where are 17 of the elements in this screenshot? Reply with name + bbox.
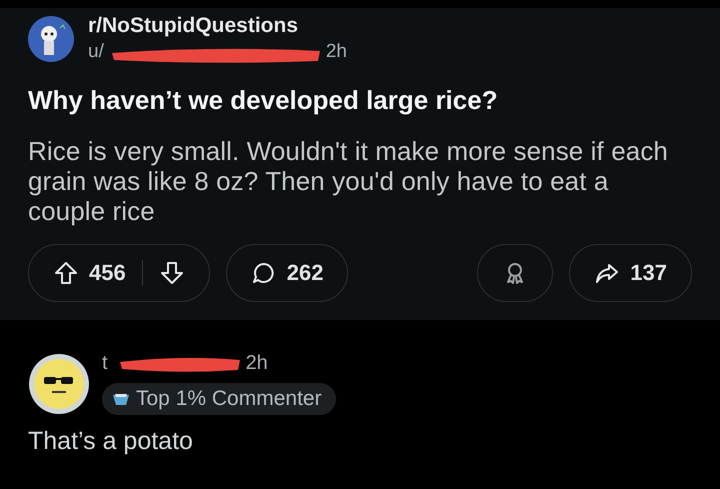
author-name[interactable]: u/ bbox=[88, 41, 104, 63]
subreddit-avatar[interactable] bbox=[28, 16, 74, 62]
comment-time: 2h bbox=[246, 352, 268, 375]
comment-text: That’s a potato bbox=[28, 427, 194, 456]
user-avatar[interactable] bbox=[28, 352, 90, 414]
post-body: Rice is very small. Wouldn't it make more sense if each grain was like 8 oz? Then you'd only have to eat a couple rice bbox=[28, 136, 669, 226]
downvote-icon[interactable] bbox=[158, 260, 185, 286]
upvote-count: 456 bbox=[89, 260, 126, 286]
upvote-icon[interactable] bbox=[53, 260, 79, 286]
post-title: Why haven’t we developed large rice? bbox=[28, 85, 499, 116]
subreddit-name[interactable]: r/NoStupidQuestions bbox=[88, 14, 347, 38]
award-button[interactable] bbox=[477, 244, 554, 302]
commenter-badge: Top 1% Commenter bbox=[102, 383, 336, 415]
share-button[interactable]: 137 bbox=[569, 244, 692, 302]
comments-button[interactable]: 262 bbox=[226, 244, 348, 302]
post-time: 2h bbox=[326, 41, 347, 63]
author-name[interactable]: t bbox=[102, 352, 108, 375]
